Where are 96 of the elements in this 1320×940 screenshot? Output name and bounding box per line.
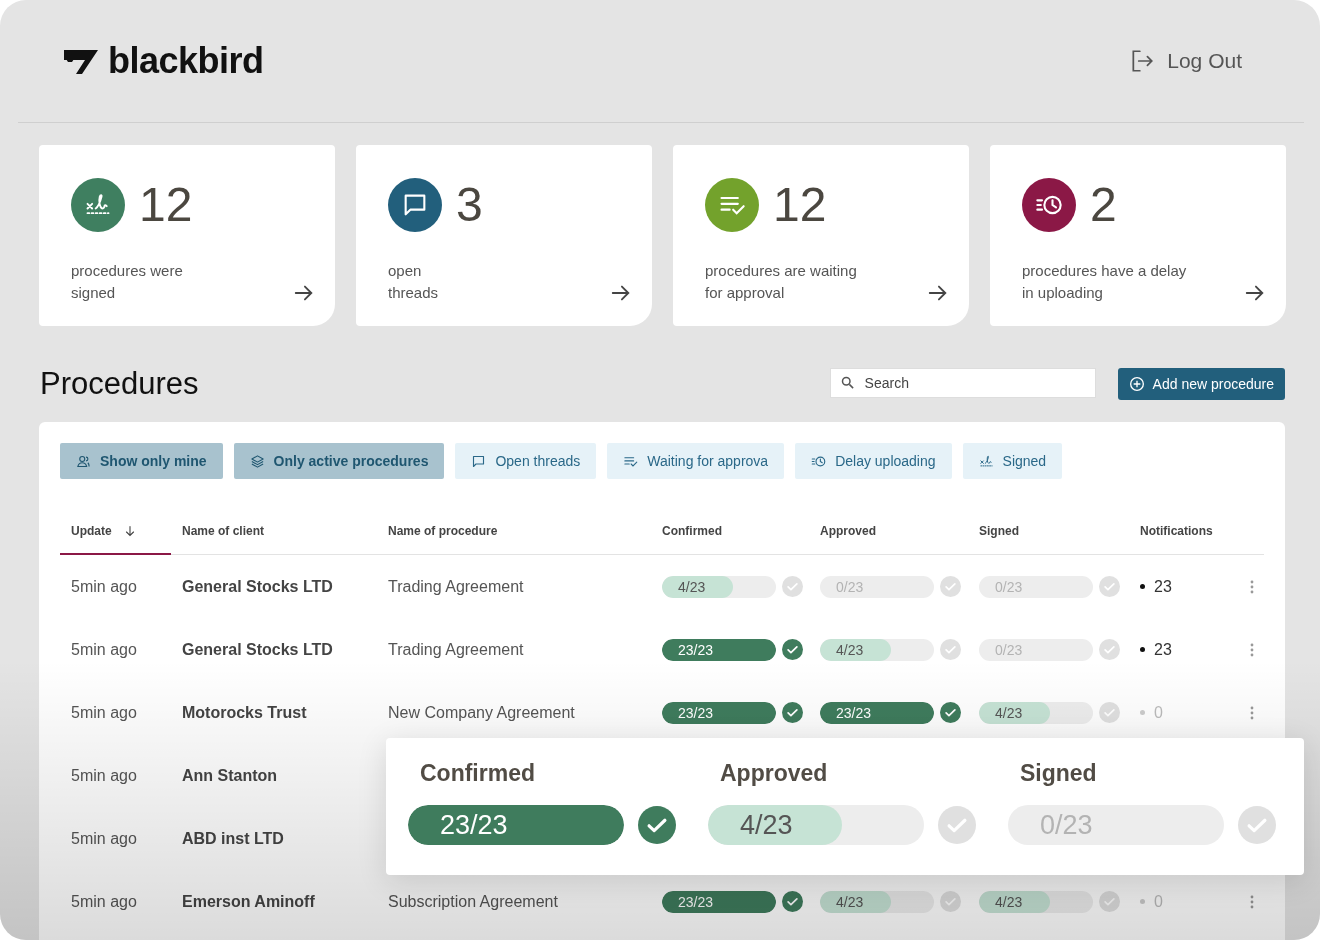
update-time: 5min ago (71, 892, 137, 911)
update-time: 5min ago (71, 577, 137, 596)
more-options-icon[interactable] (1250, 894, 1254, 909)
progress-bar: 0/23 (979, 638, 1093, 661)
progress-bar: 0/23 (979, 575, 1093, 598)
check-icon (1099, 639, 1120, 660)
filter-chip[interactable]: Open threads (455, 443, 597, 479)
chat-bubble-icon (471, 453, 487, 469)
progress-bar: 23/23 (662, 890, 776, 913)
check-icon (940, 702, 961, 723)
client-name: Emerson Aminoff (182, 892, 315, 911)
stat-card[interactable]: 12 procedures were signed (39, 145, 335, 326)
popover-heading: Signed (1019, 760, 1098, 787)
stat-label: procedures were signed (71, 261, 184, 303)
progress-bar: 4/23 (820, 638, 934, 661)
progress-bar: 23/23 (820, 701, 934, 724)
check-icon (1099, 702, 1120, 723)
procedure-name: Subscription Agreement (388, 892, 558, 911)
column-header[interactable]: Signed (968, 521, 1129, 553)
stat-label: procedures have a delay in uploading (1022, 261, 1188, 303)
progress-bar: 4/23 (708, 805, 924, 845)
layers-icon (249, 453, 265, 469)
update-time: 5min ago (71, 766, 137, 785)
column-header[interactable]: Confirmed (651, 521, 809, 553)
stat-value: 12 (139, 177, 193, 232)
check-icon (638, 806, 676, 844)
stat-label: open threads (388, 261, 440, 303)
more-options-icon[interactable] (1250, 579, 1254, 594)
check-icon (782, 576, 803, 597)
progress-bar: 0/23 (1008, 805, 1224, 845)
check-icon (1099, 891, 1120, 912)
check-icon (940, 576, 961, 597)
client-name: ABD inst LTD (182, 829, 284, 848)
column-header[interactable]: Update (60, 521, 171, 555)
more-options-icon[interactable] (1250, 642, 1254, 657)
check-icon (782, 702, 803, 723)
user-icon (76, 453, 91, 469)
section-title: Procedures (40, 366, 199, 402)
filter-chip[interactable]: Signed (962, 443, 1063, 479)
stat-card[interactable]: 3 open threads (356, 145, 652, 326)
procedure-name: New Company Agreement (388, 703, 575, 722)
client-name: General Stocks LTD (182, 577, 333, 596)
filter-chip[interactable]: Show only mine (60, 443, 223, 479)
stat-value: 3 (456, 177, 483, 232)
more-options-icon[interactable] (1250, 705, 1254, 720)
column-header[interactable]: Name of procedure (377, 521, 651, 553)
check-icon (940, 639, 961, 660)
progress-bar: 23/23 (662, 701, 776, 724)
column-header[interactable]: Notifications (1129, 521, 1239, 553)
check-icon (782, 891, 803, 912)
notification-count: 23 (1140, 640, 1172, 659)
update-time: 5min ago (71, 640, 137, 659)
check-icon (1099, 576, 1120, 597)
progress-bar: 0/23 (820, 575, 934, 598)
progress-bar: 4/23 (979, 890, 1093, 913)
stat-card[interactable]: 2 procedures have a delay in uploading (990, 145, 1286, 326)
progress-bar: 23/23 (408, 805, 624, 845)
sort-down-icon (123, 525, 136, 537)
client-name: Ann Stanton (182, 766, 278, 785)
check-icon (1238, 806, 1276, 844)
notification-count: 23 (1140, 577, 1172, 596)
search-icon (839, 375, 855, 390)
plus-circle-icon (1128, 376, 1145, 392)
procedure-name: Trading Agreement (388, 640, 524, 659)
check-icon (938, 806, 976, 844)
update-time: 5min ago (71, 703, 137, 722)
stat-value: 2 (1090, 177, 1117, 232)
filter-chip[interactable]: Only active procedures (233, 443, 445, 479)
stat-value: 12 (773, 177, 827, 232)
client-name: Motorocks Trust (182, 703, 307, 722)
check-icon (782, 639, 803, 660)
column-header[interactable]: Name of client (171, 521, 377, 553)
notification-count: 0 (1140, 892, 1163, 911)
client-name: General Stocks LTD (182, 640, 333, 659)
stat-label: procedures are waiting for approval (705, 261, 858, 303)
signature-icon (978, 453, 994, 469)
popover-heading: Confirmed (419, 760, 536, 787)
add-procedure-button[interactable]: Add new procedure (1117, 368, 1285, 400)
filter-chip[interactable]: Delay uploading (795, 443, 952, 479)
clock-icon (811, 453, 827, 469)
filter-chip[interactable]: Waiting for approva (607, 443, 785, 479)
search-field[interactable]: Search (829, 368, 1096, 398)
progress-bar: 4/23 (979, 701, 1093, 724)
procedure-name: Trading Agreement (388, 577, 524, 596)
column-header[interactable]: Approved (809, 521, 968, 553)
brand-name: blackbird (108, 40, 264, 82)
bird-logo-icon (62, 48, 98, 74)
popover-heading: Approved (719, 760, 829, 787)
update-time: 5min ago (71, 829, 137, 848)
progress-bar: 4/23 (820, 890, 934, 913)
notification-count: 0 (1140, 703, 1163, 722)
check-icon (940, 891, 961, 912)
progress-bar: 4/23 (662, 575, 776, 598)
logout-button[interactable]: Log Out (1129, 48, 1242, 74)
stat-card[interactable]: 12 procedures are waiting for approval (673, 145, 969, 326)
progress-bar: 23/23 (662, 638, 776, 661)
